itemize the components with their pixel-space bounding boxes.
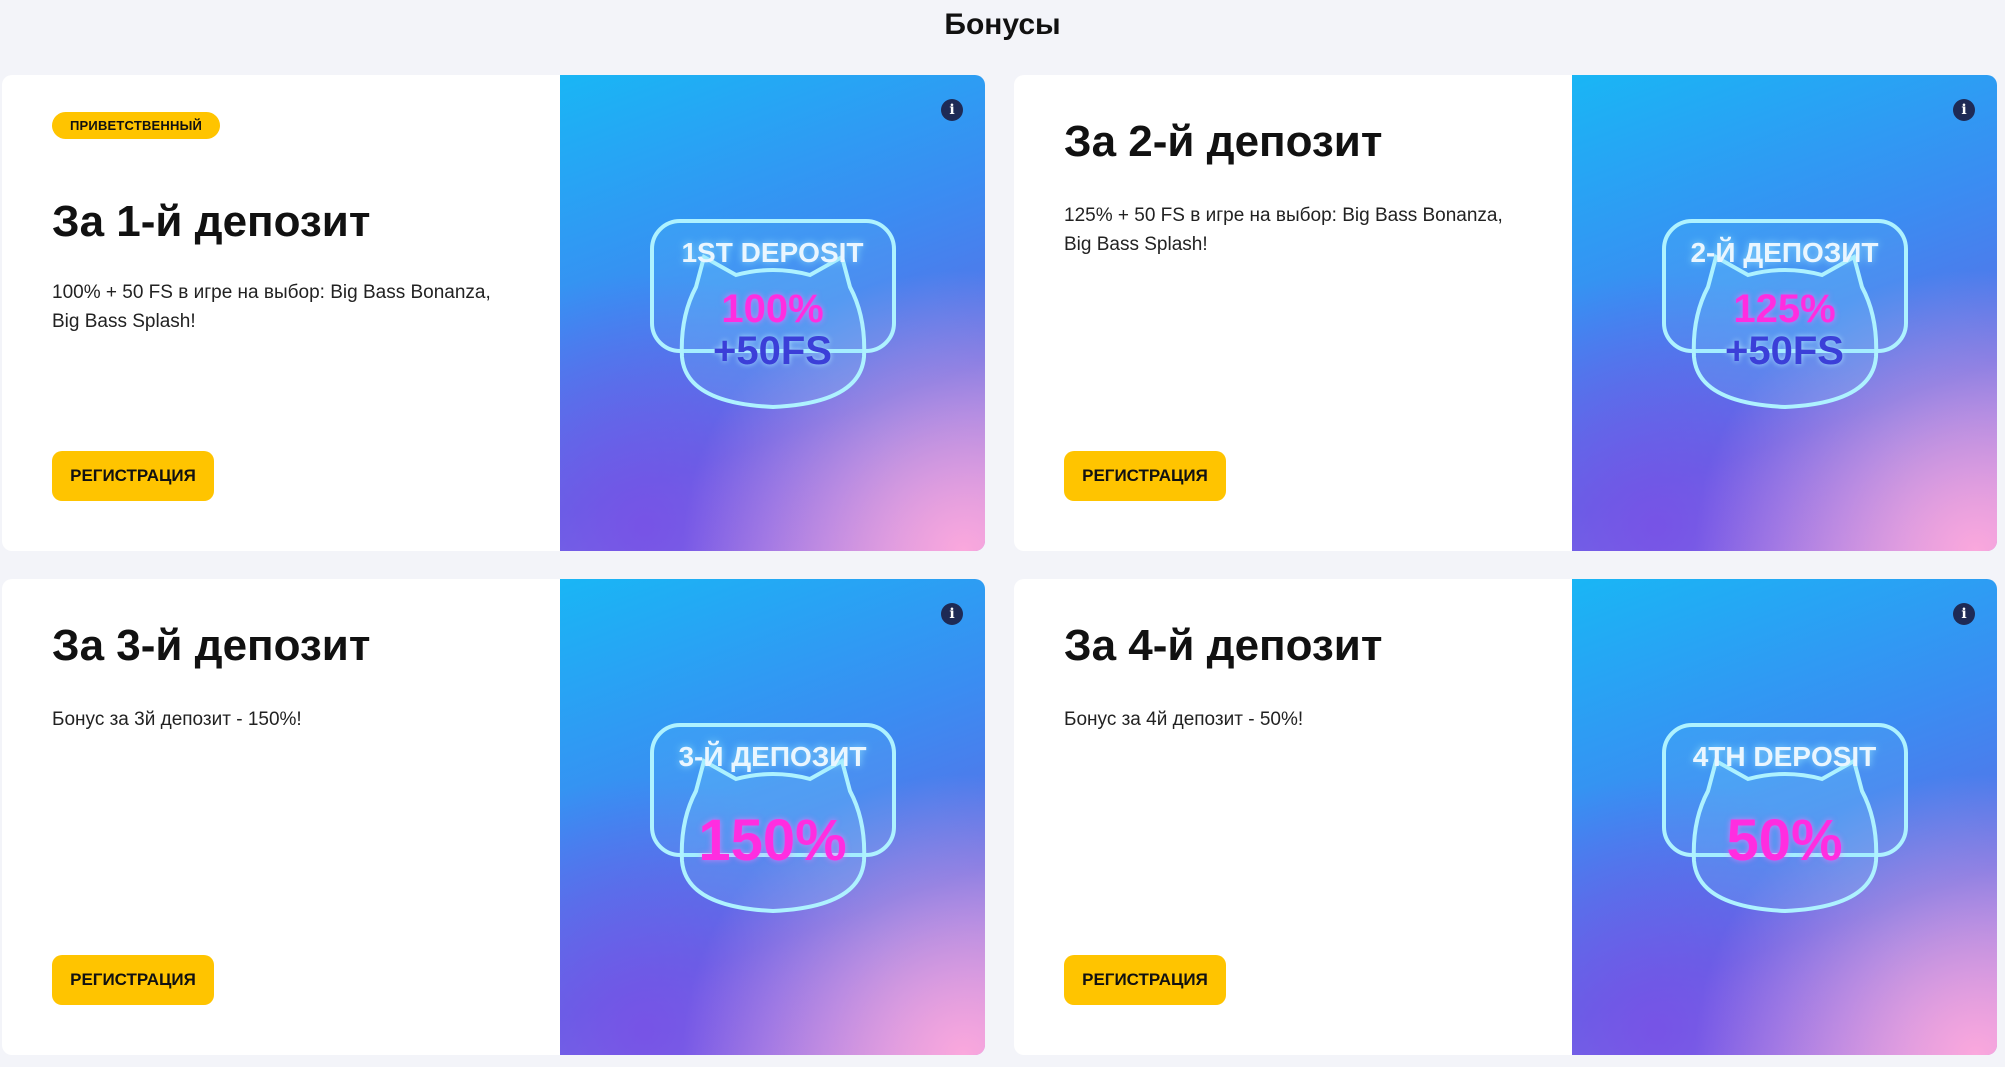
page-title: Бонусы [944, 8, 1061, 41]
bonus-card-content: За 3-й депозит Бонус за 3й депозит - 150… [2, 579, 560, 1055]
bonus-description: 100% + 50 FS в игре на выбор: Big Bass B… [52, 282, 491, 332]
promo-badge: 3-Й ДЕПОЗИТ 150% [648, 721, 898, 921]
bonus-title: За 4-й депозит [1064, 621, 1383, 670]
bonus-promo-image: i 1ST DEPOSIT 100% +50FS [560, 75, 985, 551]
bonus-promo-image: i 4TH DEPOSIT 50% [1572, 579, 1997, 1055]
bonus-title: За 2-й депозит [1064, 117, 1383, 166]
bonus-description: Бонус за 4й депозит - 50%! [1064, 709, 1304, 730]
promo-percent: 100% [721, 287, 824, 331]
bonus-promo-image: i 3-Й ДЕПОЗИТ 150% [560, 579, 985, 1055]
promo-percent: 150% [698, 808, 847, 873]
bonus-description: Бонус за 3й депозит - 150%! [52, 709, 302, 730]
bonus-card-2: За 2-й депозит 125% + 50 FS в игре на вы… [1014, 75, 1997, 551]
bonus-description: 125% + 50 FS в игре на выбор: Big Bass B… [1064, 205, 1503, 255]
promo-percent: 50% [1726, 808, 1843, 873]
info-icon[interactable]: i [941, 99, 963, 121]
promo-badge: 2-Й ДЕПОЗИТ 125% +50FS [1660, 217, 1910, 417]
register-button[interactable]: РЕГИСТРАЦИЯ [52, 955, 214, 1005]
promo-label: 4TH DEPOSIT [1692, 741, 1877, 772]
promo-freespins: +50FS [1725, 329, 1844, 373]
bonus-title: За 3-й депозит [52, 621, 371, 670]
bonus-card-content: За 2-й депозит 125% + 50 FS в игре на вы… [1014, 75, 1572, 551]
info-icon[interactable]: i [1953, 99, 1975, 121]
promo-percent: 125% [1733, 287, 1836, 331]
bonus-card-content: ПРИВЕТСТВЕННЫЙ За 1-й депозит 100% + 50 … [2, 75, 560, 551]
info-icon[interactable]: i [941, 603, 963, 625]
promo-badge: 4TH DEPOSIT 50% [1660, 721, 1910, 921]
register-button[interactable]: РЕГИСТРАЦИЯ [52, 451, 214, 501]
bonus-promo-image: i 2-Й ДЕПОЗИТ 125% +50FS [1572, 75, 1997, 551]
register-button[interactable]: РЕГИСТРАЦИЯ [1064, 451, 1226, 501]
promo-label: 3-Й ДЕПОЗИТ [678, 741, 867, 772]
welcome-badge: ПРИВЕТСТВЕННЫЙ [52, 112, 221, 139]
bonus-card-content: За 4-й депозит Бонус за 4й депозит - 50%… [1014, 579, 1572, 1055]
bonus-title: За 1-й депозит [52, 197, 371, 246]
bonus-card-4: За 4-й депозит Бонус за 4й депозит - 50%… [1014, 579, 1997, 1055]
info-icon[interactable]: i [1953, 603, 1975, 625]
promo-label: 2-Й ДЕПОЗИТ [1690, 237, 1879, 268]
register-button[interactable]: РЕГИСТРАЦИЯ [1064, 955, 1226, 1005]
bonus-card-3: За 3-й депозит Бонус за 3й депозит - 150… [2, 579, 985, 1055]
promo-label: 1ST DEPOSIT [681, 237, 864, 268]
bonus-card-1: ПРИВЕТСТВЕННЫЙ За 1-й депозит 100% + 50 … [2, 75, 985, 551]
promo-badge: 1ST DEPOSIT 100% +50FS [648, 217, 898, 417]
promo-freespins: +50FS [713, 329, 832, 373]
